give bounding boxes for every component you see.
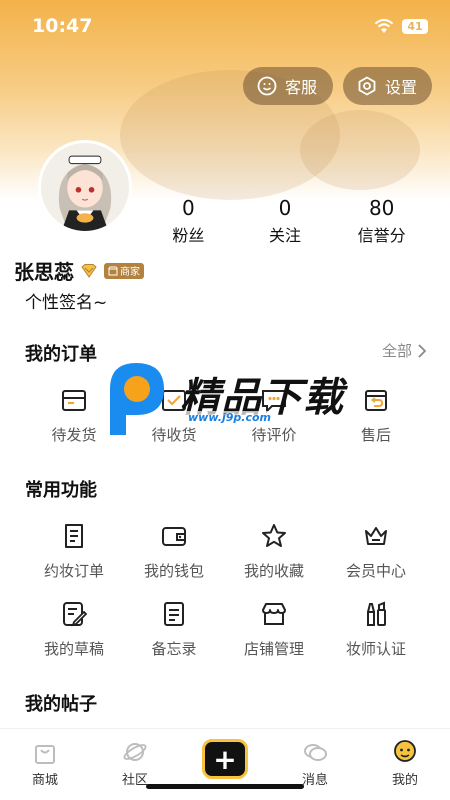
order-item-label: 待评价 — [251, 426, 297, 444]
smile-icon — [257, 76, 277, 96]
star-icon — [262, 524, 286, 547]
user-name-row: 张思蕊 商家 — [14, 256, 144, 285]
function-drafts[interactable]: 我的草稿 — [24, 600, 124, 659]
shop-badge-label: 商家 — [120, 267, 140, 278]
tab-community[interactable]: 社区 — [100, 739, 170, 788]
settings-label: 设置 — [385, 78, 418, 97]
stat-followers[interactable]: 0 粉丝 — [140, 196, 237, 246]
store-icon — [262, 603, 286, 625]
functions-title: 常用功能 — [25, 480, 97, 501]
draft-icon — [63, 602, 88, 627]
comment-icon — [262, 390, 286, 414]
function-store-management[interactable]: 店铺管理 — [224, 600, 324, 659]
tab-label: 我的 — [391, 773, 418, 788]
order-item-label: 待收货 — [151, 426, 197, 444]
truck-icon — [162, 390, 186, 411]
function-label: 妆师认证 — [345, 640, 406, 658]
order-item-label: 待发货 — [51, 426, 97, 444]
stat-credit[interactable]: 80 信誉分 — [333, 196, 430, 246]
function-label: 会员中心 — [345, 562, 406, 580]
chevron-right-icon — [418, 343, 426, 358]
chat-icon — [304, 744, 327, 761]
stat-label: 信誉分 — [357, 226, 406, 245]
gear-icon — [358, 76, 376, 96]
tab-label: 商城 — [31, 773, 58, 788]
profile-stats: 0 粉丝 0 关注 80 信誉分 — [140, 196, 430, 246]
order-item-pending-receipt[interactable]: 待收货 — [124, 386, 224, 445]
avatar-image — [41, 143, 129, 231]
tab-bar: 商城 社区 + 消息 我的 — [0, 728, 450, 800]
planet-icon — [123, 743, 147, 761]
battery-icon: 41 — [402, 18, 428, 34]
function-label: 备忘录 — [151, 640, 197, 658]
signature[interactable]: 个性签名~ — [25, 288, 107, 313]
stat-value: 0 — [181, 196, 195, 220]
customer-service-button[interactable]: 客服 — [243, 67, 333, 105]
wallet-icon — [162, 527, 186, 546]
avatar[interactable] — [38, 140, 132, 234]
order-item-pending-shipment[interactable]: 待发货 — [24, 386, 124, 445]
orders-title: 我的订单 — [25, 344, 97, 365]
function-label: 店铺管理 — [243, 640, 304, 658]
stat-following[interactable]: 0 关注 — [237, 196, 334, 246]
diamond-badge-icon — [81, 263, 97, 278]
function-makeup-artist-certification[interactable]: 妆师认证 — [326, 600, 426, 659]
shop-icon — [108, 266, 118, 275]
user-name: 张思蕊 — [14, 260, 74, 284]
orders-all-label: 全部 — [381, 342, 412, 360]
function-membership[interactable]: 会员中心 — [326, 522, 426, 581]
header-decoration — [300, 110, 420, 190]
settings-button[interactable]: 设置 — [343, 67, 432, 105]
stat-label: 粉丝 — [172, 226, 205, 245]
stat-value: 0 — [278, 196, 292, 220]
orders-all-link[interactable]: 全部 — [382, 340, 426, 361]
order-item-label: 售后 — [360, 426, 391, 444]
status-bar: 10:47 41 — [0, 0, 450, 54]
return-icon — [365, 390, 387, 411]
function-wallet[interactable]: 我的钱包 — [124, 522, 224, 581]
function-label: 我的收藏 — [243, 562, 304, 580]
tab-mall[interactable]: 商城 — [10, 739, 80, 788]
function-label: 我的草稿 — [43, 640, 104, 658]
shop-badge: 商家 — [104, 262, 144, 279]
add-post-button[interactable]: + — [202, 739, 248, 779]
tab-messages[interactable]: 消息 — [280, 739, 350, 788]
order-item-pending-review[interactable]: 待评价 — [224, 386, 324, 445]
crown-icon — [365, 527, 387, 545]
face-icon — [394, 740, 416, 762]
box-icon — [62, 390, 86, 411]
function-label: 约妆订单 — [43, 562, 104, 580]
stat-label: 关注 — [269, 226, 302, 245]
memo-icon — [164, 602, 184, 626]
customer-service-label: 客服 — [285, 78, 318, 97]
posts-title: 我的帖子 — [25, 694, 97, 715]
function-favorites[interactable]: 我的收藏 — [224, 522, 324, 581]
makeup-icon — [367, 601, 386, 626]
wifi-icon — [374, 18, 394, 33]
bag-icon — [35, 745, 55, 764]
function-label: 我的钱包 — [143, 562, 204, 580]
status-time: 10:47 — [32, 15, 93, 37]
order-item-after-sale[interactable]: 售后 — [326, 386, 426, 445]
function-memo[interactable]: 备忘录 — [124, 600, 224, 659]
home-indicator — [146, 784, 304, 789]
function-makeup-orders[interactable]: 约妆订单 — [24, 522, 124, 581]
stat-value: 80 — [368, 196, 395, 220]
document-icon — [65, 524, 83, 548]
tab-me[interactable]: 我的 — [370, 739, 440, 788]
status-icons: 41 — [374, 18, 428, 34]
